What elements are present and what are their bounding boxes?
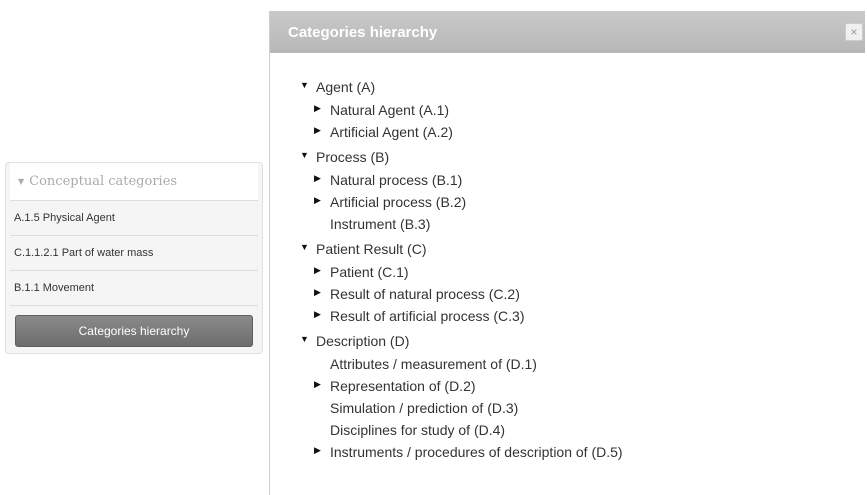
tree-node-label[interactable]: Attributes / measurement of (D.1) bbox=[330, 356, 537, 372]
page: ▼ Conceptual categories A.1.5 Physical A… bbox=[0, 0, 867, 495]
tree-node[interactable]: ▶ Natural process (B.1) bbox=[300, 169, 623, 191]
tree-node[interactable]: ▼ Process (B) bbox=[300, 146, 623, 169]
tree-node-label[interactable]: Representation of (D.2) bbox=[330, 378, 476, 394]
dialog-title: Categories hierarchy bbox=[288, 23, 438, 41]
category-item[interactable]: A.1.5 Physical Agent bbox=[10, 201, 258, 236]
tree-node[interactable]: ▶ Instruments / procedures of description… bbox=[300, 441, 623, 463]
conceptual-categories-panel: ▼ Conceptual categories A.1.5 Physical A… bbox=[5, 162, 263, 354]
collapsed-arrow-icon[interactable]: ▶ bbox=[314, 283, 321, 301]
tree-node-label[interactable]: Result of natural process (C.2) bbox=[330, 286, 520, 302]
categories-hierarchy-button[interactable]: Categories hierarchy bbox=[15, 315, 253, 347]
tree-node-label[interactable]: Natural Agent (A.1) bbox=[330, 102, 449, 118]
tree-node-label[interactable]: Process (B) bbox=[316, 149, 389, 165]
close-icon: × bbox=[850, 25, 858, 39]
collapsed-arrow-icon[interactable]: ▶ bbox=[314, 441, 321, 459]
collapsed-arrow-icon[interactable]: ▶ bbox=[314, 261, 321, 279]
tree-node[interactable]: ▶ Natural Agent (A.1) bbox=[300, 99, 623, 121]
tree-node-label[interactable]: Simulation / prediction of (D.3) bbox=[330, 400, 518, 416]
tree-node[interactable]: ▼ Patient Result (C) bbox=[300, 238, 623, 261]
tree-node-label[interactable]: Artificial Agent (A.2) bbox=[330, 124, 453, 140]
tree-node-label[interactable]: Natural process (B.1) bbox=[330, 172, 462, 188]
expanded-arrow-icon[interactable]: ▼ bbox=[300, 330, 309, 348]
collapsed-arrow-icon[interactable]: ▶ bbox=[314, 121, 321, 139]
tree-node-label[interactable]: Agent (A) bbox=[316, 79, 375, 95]
tree-node[interactable]: Disciplines for study of (D.4) bbox=[300, 419, 623, 441]
dialog-titlebar[interactable]: Categories hierarchy × bbox=[270, 11, 865, 53]
tree-node-label[interactable]: Result of artificial process (C.3) bbox=[330, 308, 525, 324]
tree-node[interactable]: Simulation / prediction of (D.3) bbox=[300, 397, 623, 419]
triangle-down-icon: ▼ bbox=[18, 177, 25, 186]
collapsed-arrow-icon[interactable]: ▶ bbox=[314, 191, 321, 209]
categories-hierarchy-dialog: Categories hierarchy × ▼ Agent (A) ▶ Natura… bbox=[269, 11, 865, 495]
conceptual-categories-title: Conceptual categories bbox=[29, 174, 178, 189]
tree-node[interactable]: ▶ Artificial Agent (A.2) bbox=[300, 121, 623, 143]
collapsed-arrow-icon[interactable]: ▶ bbox=[314, 169, 321, 187]
category-tree: ▼ Agent (A) ▶ Natural Agent (A.1) ▶ Artificia… bbox=[300, 76, 623, 463]
collapsed-arrow-icon[interactable]: ▶ bbox=[314, 375, 321, 393]
expanded-arrow-icon[interactable]: ▼ bbox=[300, 146, 309, 164]
collapsed-arrow-icon[interactable]: ▶ bbox=[314, 305, 321, 323]
conceptual-categories-header[interactable]: ▼ Conceptual categories bbox=[10, 163, 258, 201]
tree-node[interactable]: ▶ Patient (C.1) bbox=[300, 261, 623, 283]
tree-node-label[interactable]: Instrument (B.3) bbox=[330, 216, 430, 232]
tree-node-label[interactable]: Artificial process (B.2) bbox=[330, 194, 466, 210]
category-item[interactable]: B.1.1 Movement bbox=[10, 271, 258, 306]
expanded-arrow-icon[interactable]: ▼ bbox=[300, 76, 309, 94]
tree-node-label[interactable]: Instruments / procedures of description … bbox=[330, 444, 623, 460]
tree-node[interactable]: Attributes / measurement of (D.1) bbox=[300, 353, 623, 375]
collapsed-arrow-icon[interactable]: ▶ bbox=[314, 99, 321, 117]
tree-node[interactable]: ▶ Artificial process (B.2) bbox=[300, 191, 623, 213]
category-item-label: C.1.1.2.1 Part of water mass bbox=[14, 247, 154, 259]
tree-node[interactable]: ▶ Representation of (D.2) bbox=[300, 375, 623, 397]
close-button[interactable]: × bbox=[845, 23, 863, 41]
tree-node[interactable]: ▶ Result of artificial process (C.3) bbox=[300, 305, 623, 327]
tree-node[interactable]: ▼ Description (D) bbox=[300, 330, 623, 353]
tree-node[interactable]: ▼ Agent (A) bbox=[300, 76, 623, 99]
tree-node-label[interactable]: Patient Result (C) bbox=[316, 241, 426, 257]
tree-node-label[interactable]: Disciplines for study of (D.4) bbox=[330, 422, 505, 438]
category-item[interactable]: C.1.1.2.1 Part of water mass bbox=[10, 236, 258, 271]
categories-hierarchy-button-label: Categories hierarchy bbox=[78, 324, 190, 338]
tree-node-label[interactable]: Patient (C.1) bbox=[330, 264, 409, 280]
tree-node[interactable]: Instrument (B.3) bbox=[300, 213, 623, 235]
tree-node[interactable]: ▶ Result of natural process (C.2) bbox=[300, 283, 623, 305]
tree-node-label[interactable]: Description (D) bbox=[316, 333, 409, 349]
category-item-label: A.1.5 Physical Agent bbox=[14, 212, 115, 224]
category-item-label: B.1.1 Movement bbox=[14, 282, 95, 294]
expanded-arrow-icon[interactable]: ▼ bbox=[300, 238, 309, 256]
